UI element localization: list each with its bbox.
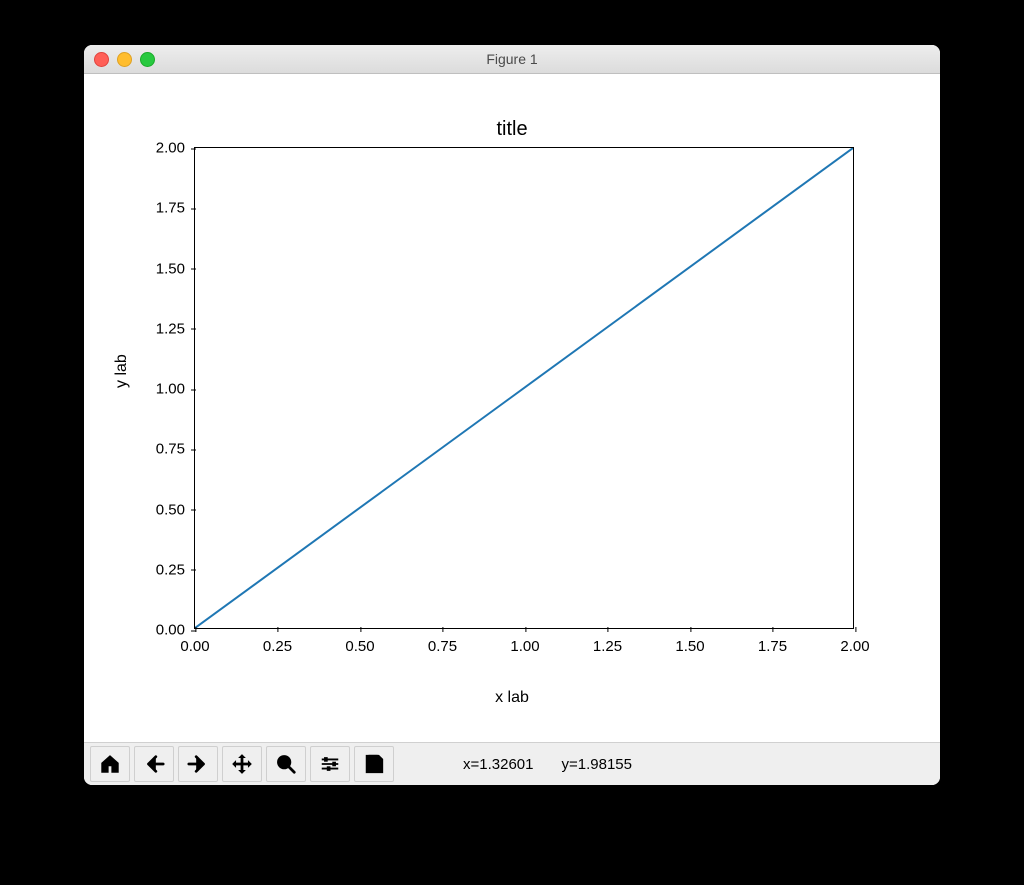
home-button[interactable] xyxy=(90,746,130,782)
x-tick-label: 0.00 xyxy=(180,628,209,655)
cursor-coordinates: x=1.32601 y=1.98155 xyxy=(463,756,632,773)
cursor-y: y=1.98155 xyxy=(561,756,631,773)
y-tick-label: 1.25 xyxy=(156,320,195,337)
y-tick-label: 2.00 xyxy=(156,140,195,157)
x-tick-label: 0.25 xyxy=(263,628,292,655)
back-button[interactable] xyxy=(134,746,174,782)
window-title: Figure 1 xyxy=(486,51,537,67)
x-tick-label: 1.00 xyxy=(510,628,539,655)
configure-button[interactable] xyxy=(310,746,350,782)
home-icon xyxy=(99,753,121,775)
save-icon xyxy=(363,753,385,775)
y-axis-label: y lab xyxy=(113,354,131,388)
move-icon xyxy=(231,753,253,775)
arrow-left-icon xyxy=(143,753,165,775)
y-tick-label: 1.00 xyxy=(156,381,195,398)
y-tick-label: 1.50 xyxy=(156,260,195,277)
x-tick-label: 1.75 xyxy=(758,628,787,655)
x-tick-label: 2.00 xyxy=(840,628,869,655)
x-tick-label: 0.75 xyxy=(428,628,457,655)
y-tick-label: 0.50 xyxy=(156,501,195,518)
minimize-icon[interactable] xyxy=(117,52,132,67)
zoom-window-icon[interactable] xyxy=(140,52,155,67)
arrow-right-icon xyxy=(187,753,209,775)
zoom-button[interactable] xyxy=(266,746,306,782)
zoom-icon xyxy=(275,753,297,775)
y-tick-label: 0.75 xyxy=(156,441,195,458)
plot-frame: 0.000.250.500.751.001.251.501.752.00 0.0… xyxy=(194,147,854,629)
forward-button[interactable] xyxy=(178,746,218,782)
x-tick-label: 1.25 xyxy=(593,628,622,655)
close-icon[interactable] xyxy=(94,52,109,67)
save-button[interactable] xyxy=(354,746,394,782)
y-tick-label: 0.25 xyxy=(156,561,195,578)
x-tick-label: 1.50 xyxy=(675,628,704,655)
figure-window: Figure 1 title 0.000.250.500.751.001.251… xyxy=(84,45,940,785)
window-controls xyxy=(94,52,155,67)
data-line xyxy=(195,148,853,628)
matplotlib-toolbar: x=1.32601 y=1.98155 xyxy=(84,742,940,785)
pan-button[interactable] xyxy=(222,746,262,782)
x-axis-label: x lab xyxy=(84,689,940,707)
titlebar: Figure 1 xyxy=(84,45,940,74)
sliders-icon xyxy=(319,753,341,775)
plot-canvas[interactable]: title 0.000.250.500.751.001.251.501.752.… xyxy=(84,74,940,742)
y-tick-label: 1.75 xyxy=(156,200,195,217)
chart-title: title xyxy=(84,118,940,141)
cursor-x: x=1.32601 xyxy=(463,756,533,773)
x-tick-label: 0.50 xyxy=(345,628,374,655)
